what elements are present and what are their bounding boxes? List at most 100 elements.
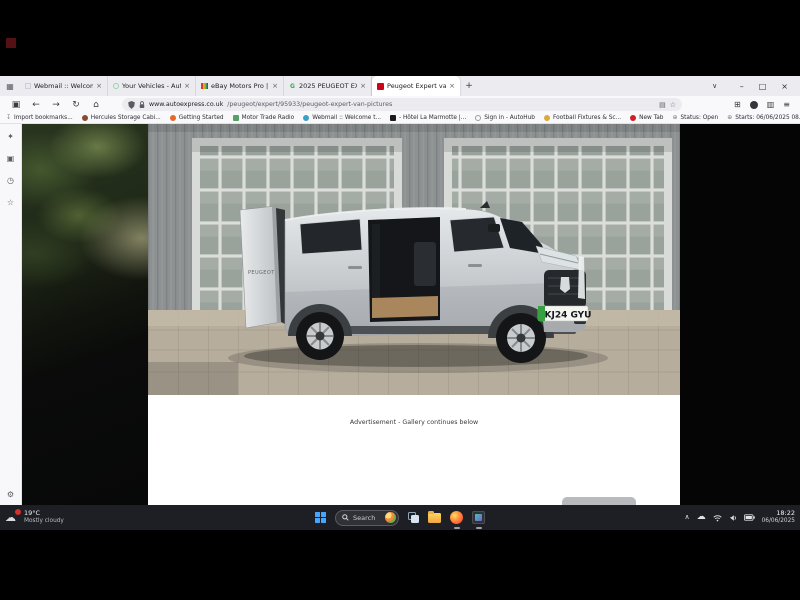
globe-icon: ⊕ — [727, 115, 732, 121]
synced-tabs-icon[interactable]: ▣ — [7, 154, 15, 163]
tab-title: eBay Motors Pro | Inventory — [211, 82, 269, 90]
globe-icon: ⊕ — [672, 115, 677, 121]
clock-time: 18:22 — [776, 510, 795, 518]
address-bar[interactable]: www.autoexpress.co.uk/peugeot/expert/959… — [122, 98, 682, 111]
partially-visible-button[interactable] — [562, 497, 636, 505]
home-icon[interactable]: ⌂ — [86, 100, 106, 110]
list-all-tabs-icon[interactable]: ∨ — [702, 76, 728, 96]
new-tab-button[interactable]: + — [460, 76, 478, 96]
windows-taskbar: ☁ 19°C Mostly cloudy Search — [0, 505, 800, 530]
tab-close-icon[interactable]: × — [272, 82, 278, 90]
sidebar-panel-icon[interactable]: ▥ — [767, 100, 775, 109]
volume-icon[interactable] — [729, 514, 737, 522]
gear-icon[interactable]: ⚙ — [7, 490, 14, 499]
weather-temperature: 19°C — [24, 510, 64, 517]
bookmark-label: Motor Trade Radio — [242, 115, 295, 121]
bookmark-label: Starts: 06/06/2025 08... — [735, 115, 800, 121]
van-rear-door-badge: PEUGEOT — [248, 270, 275, 276]
start-button[interactable] — [315, 505, 326, 530]
tab-autohub-vehicles[interactable]: Your Vehicles - AutoHub × — [108, 76, 196, 96]
site-favicon — [233, 115, 239, 121]
bookmark-football-fixtures[interactable]: Football Fixtures & Sc... — [544, 115, 621, 121]
tab-title: Peugeot Expert van - pictures | — [387, 82, 446, 90]
reload-icon[interactable]: ↻ — [66, 100, 86, 110]
bookmark-import[interactable]: ↧Import bookmarks... — [6, 115, 73, 121]
file-explorer-button[interactable] — [428, 505, 441, 530]
autoexpress-favicon — [377, 83, 384, 90]
tab-webmail[interactable]: Webmail :: Welcome to Webm × — [20, 76, 108, 96]
sidebar-toggle-icon[interactable]: ▣ — [6, 100, 26, 110]
photos-app-icon — [472, 511, 485, 524]
article-column: PEUGEOT — [148, 124, 680, 505]
site-favicon — [544, 115, 550, 121]
search-placeholder: Search — [353, 514, 375, 522]
ai-chatbot-icon[interactable]: ✦ — [7, 132, 14, 141]
bookmark-motor-trade-radio[interactable]: Motor Trade Radio — [233, 115, 295, 121]
folder-icon — [428, 513, 441, 523]
tab-ebay-motors[interactable]: eBay Motors Pro | Inventory × — [196, 76, 284, 96]
bookmark-label: Webmail :: Welcome t... — [312, 115, 381, 121]
gallery-image-peugeot-expert-van[interactable]: PEUGEOT — [148, 124, 680, 395]
tray-expand-chevron[interactable]: ∧ — [684, 514, 689, 521]
bookmark-webmail[interactable]: Webmail :: Welcome t... — [303, 115, 381, 121]
desktop-screen: ▦ Webmail :: Welcome to Webm × Your Vehi… — [0, 0, 800, 600]
tab-close-icon[interactable]: × — [449, 82, 455, 90]
weather-cloud-icon: ☁ — [5, 511, 20, 524]
wifi-icon[interactable] — [713, 514, 722, 522]
history-icon[interactable]: ◷ — [7, 176, 14, 185]
windows-logo-icon — [315, 512, 326, 523]
google-favicon: G — [289, 83, 296, 90]
minimize-button[interactable]: – — [740, 82, 744, 91]
account-icon[interactable] — [750, 101, 758, 109]
bookmark-hotel[interactable]: - Hôtel La Marmotte |... — [390, 115, 466, 121]
tab-google-search[interactable]: G 2025 PEUGEOT EXPERT DIESEL × — [284, 76, 372, 96]
import-icon: ↧ — [6, 115, 11, 121]
back-icon[interactable]: ← — [26, 100, 46, 110]
bookmark-label: New Tab — [639, 115, 663, 121]
weather-condition: Mostly cloudy — [24, 518, 64, 525]
firefox-taskbar-button[interactable] — [450, 505, 463, 530]
browser-content: ✦ ▣ ◷ ☆ ⚙ — [0, 124, 800, 505]
battery-icon[interactable] — [744, 514, 755, 521]
firefox-sidebar: ✦ ▣ ◷ ☆ ⚙ — [0, 124, 22, 505]
shield-icon[interactable] — [128, 101, 135, 109]
maximize-button[interactable]: □ — [759, 82, 767, 91]
photos-app-button[interactable] — [472, 505, 485, 530]
bookmark-label: - Hôtel La Marmotte |... — [399, 115, 466, 121]
tab-close-icon[interactable]: × — [96, 82, 102, 90]
search-icon — [342, 514, 349, 521]
tab-close-icon[interactable]: × — [360, 82, 366, 90]
tab-autoexpress-active[interactable]: Peugeot Expert van - pictures | × — [372, 76, 460, 96]
advertisement-note: Advertisement - Gallery continues below — [148, 419, 680, 426]
firefox-view-icon[interactable]: ▦ — [0, 76, 20, 96]
lock-icon[interactable] — [139, 101, 145, 109]
site-favicon — [630, 115, 636, 121]
weather-widget[interactable]: ☁ 19°C Mostly cloudy — [5, 505, 64, 530]
reader-mode-icon[interactable]: ▤ — [659, 101, 666, 109]
search-box[interactable]: Search — [335, 505, 399, 530]
bookmark-getting-started[interactable]: Getting Started — [170, 115, 224, 121]
menu-icon[interactable]: ≡ — [783, 100, 790, 109]
system-tray: ∧ ☁ 18:22 06/06/2025 — [684, 505, 795, 530]
close-button[interactable]: × — [781, 82, 788, 91]
bookmark-star-icon[interactable]: ☆ — [670, 101, 676, 109]
task-view-button[interactable] — [408, 505, 419, 530]
bookmark-signin-autohub[interactable]: Sign in - AutoHub — [475, 115, 535, 121]
firefox-icon — [450, 511, 463, 524]
bookmarks-icon[interactable]: ☆ — [7, 198, 14, 207]
bookmark-label: Getting Started — [179, 115, 224, 121]
bookmark-starts[interactable]: ⊕Starts: 06/06/2025 08... — [727, 115, 800, 121]
extensions-icon[interactable]: ⊞ — [734, 100, 741, 109]
tab-close-icon[interactable]: × — [184, 82, 190, 90]
bookmark-new-tab[interactable]: New Tab — [630, 115, 663, 121]
onedrive-icon[interactable]: ☁ — [697, 513, 706, 522]
bookmark-hercules[interactable]: Hercules Storage Cabi... — [82, 115, 161, 121]
bookmark-label: Status: Open — [680, 115, 718, 121]
bookmark-status-open[interactable]: ⊕Status: Open — [672, 115, 718, 121]
taskbar-center-icons: Search — [315, 505, 485, 530]
taskbar-clock[interactable]: 18:22 06/06/2025 — [762, 510, 795, 525]
page-skin-background-left — [22, 124, 148, 505]
site-favicon — [390, 115, 396, 121]
forward-icon[interactable]: → — [46, 100, 66, 110]
bookmark-label: Sign in - AutoHub — [484, 115, 535, 121]
